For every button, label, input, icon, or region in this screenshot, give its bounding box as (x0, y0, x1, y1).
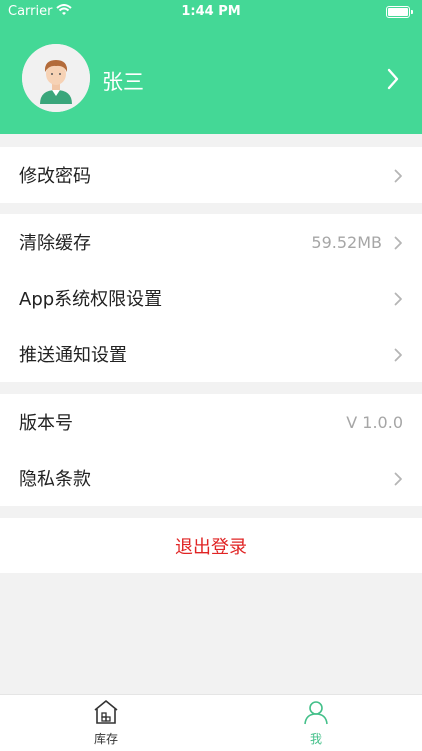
app-permissions-label: App系统权限设置 (19, 289, 163, 310)
change-password-item[interactable]: 修改密码 (0, 147, 422, 203)
user-name: 张三 (102, 70, 144, 94)
person-icon (276, 699, 356, 728)
chevron-right-icon[interactable] (386, 68, 400, 94)
version-value: V 1.0.0 (346, 412, 403, 432)
tab-inventory-label: 库存 (93, 732, 118, 746)
logout-button[interactable]: 退出登录 (0, 518, 422, 573)
chevron-right-icon (394, 235, 403, 254)
chevron-right-icon (394, 347, 403, 366)
clear-cache-item[interactable]: 清除缓存 59.52MB (0, 214, 422, 270)
chevron-right-icon (394, 471, 403, 490)
chevron-right-icon (394, 168, 403, 187)
chevron-right-icon (394, 291, 403, 310)
tab-me-label: 我 (309, 732, 322, 746)
clear-cache-label: 清除缓存 (19, 233, 91, 254)
push-settings-label: 推送通知设置 (19, 345, 127, 366)
privacy-label: 隐私条款 (19, 469, 91, 490)
settings-group: 清除缓存 59.52MB App系统权限设置 推送通知设置 (0, 214, 422, 382)
warehouse-icon (66, 699, 146, 728)
tab-bar: 库存 我 (0, 694, 422, 751)
privacy-item[interactable]: 隐私条款 (0, 450, 422, 506)
app-permissions-item[interactable]: App系统权限设置 (0, 270, 422, 326)
tab-inventory[interactable]: 库存 (66, 699, 146, 747)
status-time: 1:44 PM (181, 4, 241, 19)
account-group: 修改密码 (0, 147, 422, 203)
change-password-label: 修改密码 (19, 166, 91, 187)
version-item: 版本号 V 1.0.0 (0, 394, 422, 450)
version-label: 版本号 (19, 413, 73, 434)
profile-header: Carrier 1:44 PM 张三 (0, 0, 422, 134)
battery-icon (386, 6, 413, 18)
cache-size-value: 59.52MB (311, 232, 382, 252)
about-group: 版本号 V 1.0.0 隐私条款 (0, 394, 422, 506)
tab-me[interactable]: 我 (276, 699, 356, 747)
profile-row[interactable]: 张三 (0, 44, 422, 114)
status-bar: Carrier 1:44 PM (0, 0, 422, 24)
push-settings-item[interactable]: 推送通知设置 (0, 326, 422, 382)
user-avatar-icon[interactable] (22, 44, 90, 112)
